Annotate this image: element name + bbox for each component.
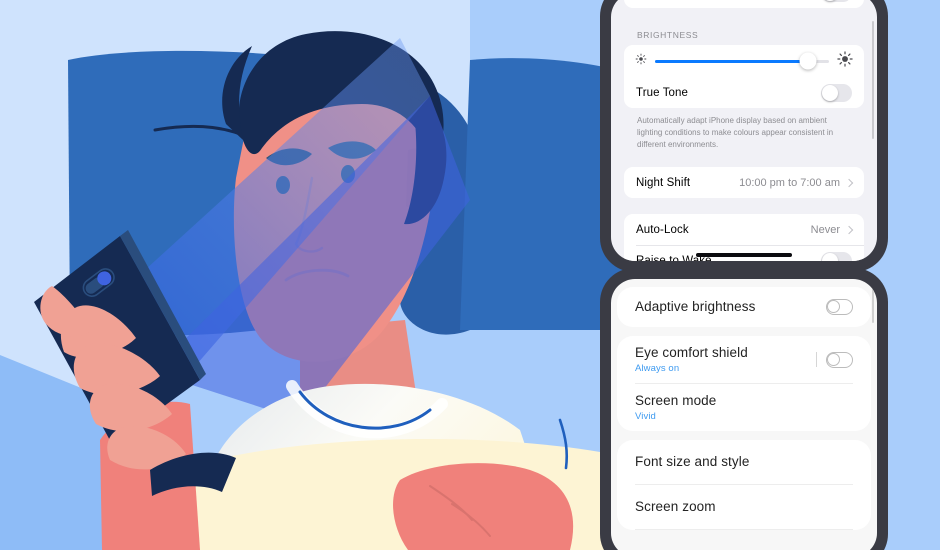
android-row-screen-mode-label: Screen mode: [635, 392, 717, 408]
ios-row-night-shift-value-wrap: 10:00 pm to 7:00 am: [739, 176, 854, 189]
ios-row-auto-lock-label: Auto-Lock: [636, 223, 689, 236]
ios-card-brightness: True Tone: [624, 45, 864, 108]
android-device: Adaptive brightness Eye comfort shield A…: [600, 268, 888, 550]
iphone-screen: Bold Text BRIGHTNESS: [611, 0, 877, 261]
ios-row-night-shift-value: 10:00 pm to 7:00 am: [739, 176, 840, 189]
iphone-settings-scroll[interactable]: Bold Text BRIGHTNESS: [611, 0, 877, 261]
ios-row-true-tone-label: True Tone: [636, 86, 689, 99]
android-toggle-divider: [816, 352, 817, 367]
android-toggle-adaptive-brightness[interactable]: [826, 299, 853, 315]
ios-row-bold-text[interactable]: Bold Text: [624, 0, 864, 8]
android-screen: Adaptive brightness Eye comfort shield A…: [611, 279, 877, 550]
android-card-adaptive-brightness: Adaptive brightness: [617, 287, 871, 327]
android-toggle-knob: [827, 352, 840, 366]
ios-row-auto-lock-value: Never: [810, 223, 840, 236]
chevron-right-icon: [844, 178, 854, 187]
screenshot-canvas: Bold Text BRIGHTNESS: [0, 0, 940, 550]
android-row-screen-zoom-label: Screen zoom: [635, 498, 716, 514]
iphone-device: Bold Text BRIGHTNESS: [600, 0, 888, 272]
android-toggle-wrap: [816, 351, 853, 368]
ios-row-auto-lock[interactable]: Auto-Lock Never: [624, 214, 864, 245]
android-divider-end: [635, 529, 853, 530]
android-toggle-knob: [827, 300, 840, 313]
android-row-screen-mode-sub: Vivid: [635, 411, 656, 423]
ios-section-header-brightness: BRIGHTNESS: [637, 30, 699, 40]
ios-brightness-fill: [655, 59, 809, 63]
android-row-font-size-and-style-label: Font size and style: [635, 453, 750, 469]
android-row-eye-comfort-shield-sub: Always on: [635, 363, 680, 375]
ios-true-tone-description: Automatically adapt iPhone display based…: [637, 116, 834, 149]
ios-toggle-bold-text[interactable]: [821, 0, 852, 2]
android-row-screen-zoom[interactable]: Screen zoom: [617, 485, 871, 529]
ios-row-true-tone[interactable]: True Tone: [624, 77, 864, 108]
android-row-eye-comfort-text: Eye comfort shield Always on: [635, 345, 748, 374]
chevron-right-icon: [844, 225, 854, 234]
android-row-adaptive-brightness-label: Adaptive brightness: [635, 298, 756, 314]
ios-brightness-slider-row[interactable]: [624, 45, 864, 77]
ios-brightness-track[interactable]: [655, 52, 829, 70]
ios-toggle-raise-to-wake[interactable]: [821, 251, 852, 261]
android-row-eye-comfort-shield[interactable]: Eye comfort shield Always on: [617, 336, 871, 383]
ios-row-night-shift-label: Night Shift: [636, 176, 691, 189]
ios-row-auto-lock-value-wrap: Never: [810, 223, 854, 236]
android-settings-scroll[interactable]: Adaptive brightness Eye comfort shield A…: [611, 279, 877, 550]
ios-row-night-shift[interactable]: Night Shift 10:00 pm to 7:00 am: [624, 167, 864, 198]
android-row-screen-mode[interactable]: Screen mode Vivid: [617, 384, 871, 431]
ios-home-indicator[interactable]: [696, 253, 792, 257]
android-row-font-size-and-style[interactable]: Font size and style: [617, 440, 871, 484]
ios-toggle-knob: [822, 252, 838, 261]
android-scrollbar[interactable]: [872, 285, 874, 323]
android-row-screen-mode-text: Screen mode Vivid: [635, 393, 716, 422]
ios-card-night-shift: Night Shift 10:00 pm to 7:00 am: [624, 167, 864, 198]
ios-toggle-knob: [822, 84, 838, 101]
android-row-adaptive-brightness[interactable]: Adaptive brightness: [617, 287, 871, 327]
ios-toggle-knob: [822, 0, 838, 1]
sun-small-icon: [635, 52, 647, 70]
android-toggle-eye-comfort-shield[interactable]: [826, 351, 853, 368]
sun-large-icon: [837, 50, 853, 72]
android-card-eye-comfort: Eye comfort shield Always on Screen mode…: [617, 336, 871, 431]
android-card-font-zoom: Font size and style Screen zoom: [617, 440, 871, 530]
ios-scrollbar[interactable]: [872, 21, 874, 139]
ios-brightness-thumb[interactable]: [799, 52, 817, 70]
ios-toggle-true-tone[interactable]: [821, 83, 852, 102]
android-row-eye-comfort-shield-label: Eye comfort shield: [635, 344, 748, 360]
ios-card-boldtext: Bold Text: [624, 0, 864, 8]
